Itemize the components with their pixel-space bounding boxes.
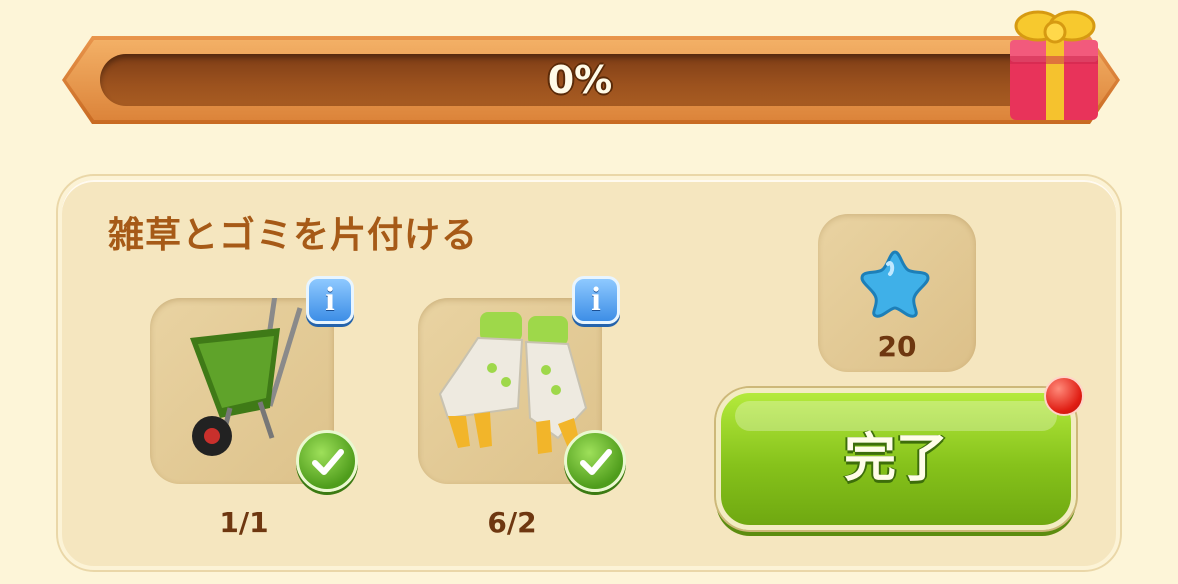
complete-button-label: 完了 [843, 429, 948, 489]
check-icon [564, 430, 626, 492]
reward-count: 20 [877, 330, 917, 363]
blue-star-icon [860, 250, 930, 318]
notification-dot [1044, 376, 1084, 416]
item-count-wheelbarrow: 1/1 [219, 506, 269, 539]
gift-icon[interactable] [1002, 0, 1106, 124]
check-icon [296, 430, 358, 492]
info-button-gloves[interactable]: i [572, 276, 620, 324]
progress-percent-label: 0% [547, 58, 613, 102]
item-count-gloves: 6/2 [487, 506, 537, 539]
info-button-wheelbarrow[interactable]: i [306, 276, 354, 324]
complete-button[interactable]: 完了 [716, 388, 1076, 530]
task-title: 雑草とゴミを片付ける [108, 215, 479, 256]
